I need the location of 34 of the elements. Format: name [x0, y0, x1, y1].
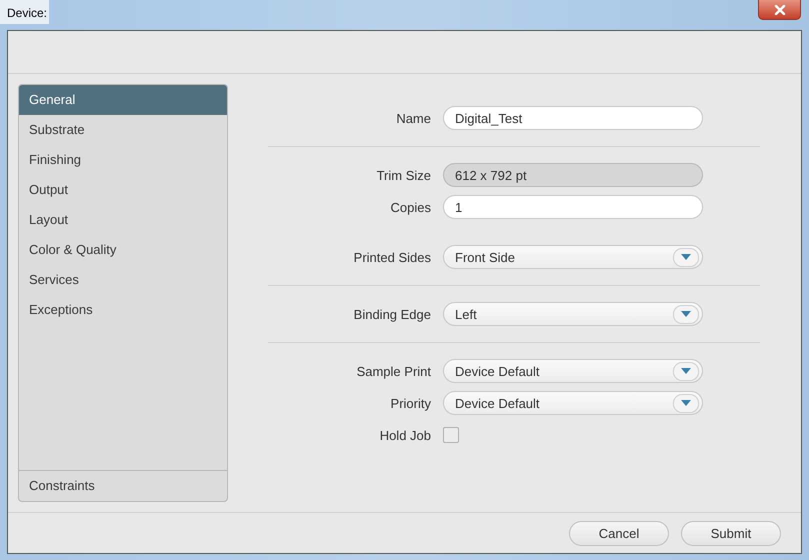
dialog-button[interactable]: Submit	[681, 520, 781, 546]
window-title: Device:	[0, 0, 50, 24]
dropdown[interactable]: Device Default	[443, 391, 703, 415]
checkbox[interactable]	[443, 427, 459, 443]
dialog-button[interactable]: Cancel	[569, 520, 669, 546]
sidebar-item[interactable]: Substrate	[19, 115, 227, 145]
sidebar-item[interactable]: Finishing	[19, 145, 227, 175]
caret-icon	[681, 254, 691, 260]
sidebar-item[interactable]: Output	[19, 175, 227, 205]
sidebar-item[interactable]: Services	[19, 265, 227, 295]
dropdown[interactable]: Front Side	[443, 245, 703, 269]
close-icon	[774, 4, 786, 14]
dropdown[interactable]: Left	[443, 302, 703, 326]
sidebar-item[interactable]: Layout	[19, 205, 227, 235]
sidebar-item[interactable]: Color & Quality	[19, 235, 227, 265]
caret-icon	[681, 368, 691, 374]
field-label: Copies	[390, 200, 432, 214]
input-field[interactable]: Digital_Test	[443, 106, 703, 130]
field-label: Sample Print	[356, 364, 432, 378]
input-field[interactable]: 1	[443, 195, 703, 219]
field-label: Hold Job	[378, 428, 432, 442]
field-label: Name	[395, 110, 432, 126]
field-label: Binding Edge	[352, 306, 432, 322]
caret-icon	[681, 311, 691, 317]
field-label: Printed Sides	[352, 250, 432, 264]
field-label: Trim Size	[376, 168, 432, 182]
sidebar-item[interactable]: General	[19, 85, 227, 115]
sidebar-item[interactable]: Constraints	[19, 470, 227, 501]
input-field[interactable]: 612 x 792 pt	[443, 163, 703, 187]
field-label: Priority	[390, 396, 432, 410]
sidebar-item[interactable]: Exceptions	[19, 295, 227, 325]
close-button[interactable]	[758, 0, 801, 20]
dropdown[interactable]: Device Default	[443, 359, 703, 383]
caret-icon	[681, 400, 691, 406]
